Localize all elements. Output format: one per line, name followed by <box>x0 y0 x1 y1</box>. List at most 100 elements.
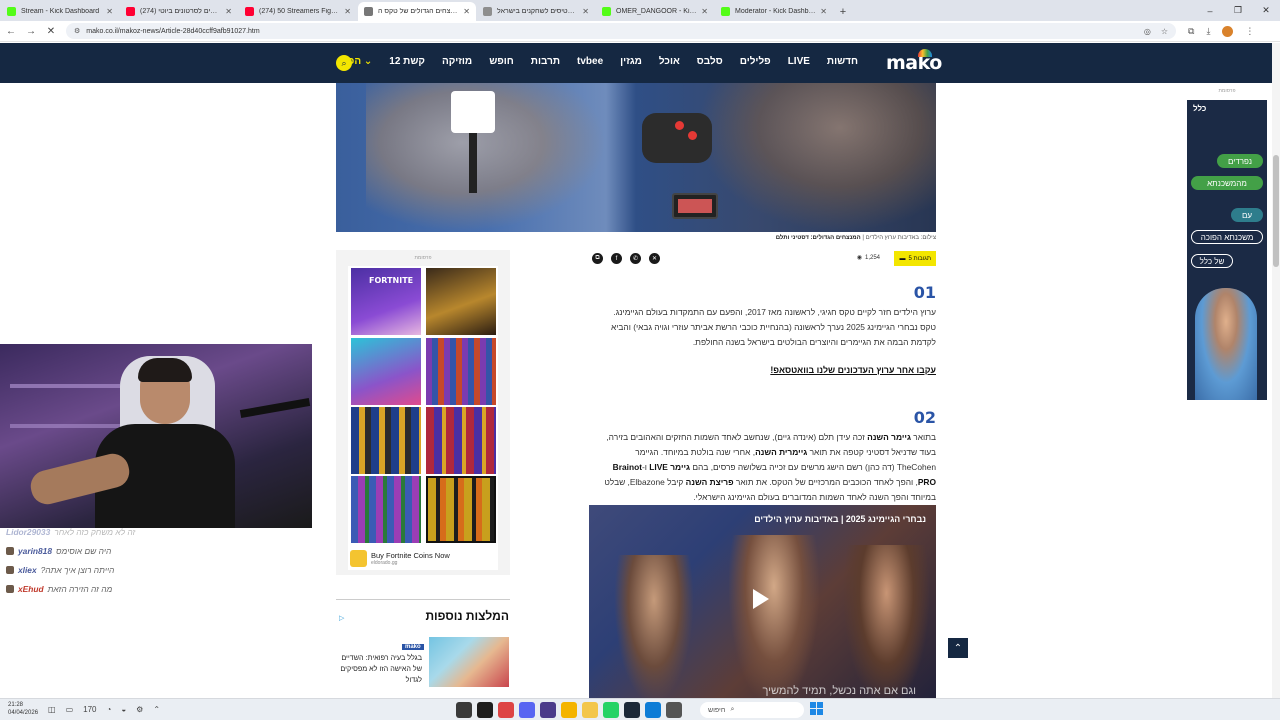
nav-item[interactable]: חדשות <box>827 56 858 67</box>
forward-button[interactable]: → <box>22 22 40 40</box>
x-icon[interactable]: ✕ <box>649 253 660 264</box>
copy-link-icon[interactable]: ⧉ <box>592 253 603 264</box>
download-icon[interactable]: ⤓ <box>1206 26 1210 37</box>
tab-title: Stream - Kick Dashboard <box>21 8 100 15</box>
ad-footer[interactable]: Buy Fortnite Coins Now eldorado.gg <box>350 548 496 568</box>
ad-cta[interactable]: Buy Fortnite Coins Now <box>371 551 450 560</box>
close-icon[interactable]: ✕ <box>463 7 470 16</box>
scrollbar[interactable] <box>1272 43 1280 698</box>
close-icon[interactable]: ✕ <box>225 7 232 16</box>
maximize-button[interactable]: ❐ <box>1224 0 1252 21</box>
ad-creative[interactable]: FORTNITE Buy Fortnite Coins Now eldorado… <box>348 266 498 570</box>
browser-tab[interactable]: Stream - Kick Dashboard ✕ <box>1 2 119 21</box>
adchoices-icon[interactable]: ▷ <box>339 614 344 622</box>
phone-icon <box>672 193 718 219</box>
minimize-button[interactable]: – <box>1196 0 1224 21</box>
nav-item[interactable]: קשת 12 <box>389 56 425 67</box>
article-paragraph: בתואר גיימר השנה זכה עידן תלם (אינדה גיי… <box>592 430 936 505</box>
more-recommendations-title: המלצות נוספות <box>425 609 509 623</box>
browser-tab-active[interactable]: אלה המנצחים הגדולים של טקס ה... ✕ <box>358 2 476 21</box>
video-person <box>844 545 929 698</box>
settings-icon[interactable]: ⚙ <box>136 705 143 714</box>
browser-tab[interactable]: (274) מגיבים לסרטונים ביוטי ✕ <box>120 2 238 21</box>
mic-arm <box>239 397 311 419</box>
site-info-icon[interactable]: ⚙ <box>74 27 80 35</box>
stop-button[interactable]: ✕ <box>42 22 60 40</box>
ad-pill: של כלל <box>1191 254 1233 268</box>
close-icon[interactable]: ✕ <box>106 7 113 16</box>
eye-off-icon[interactable]: ◎ <box>1144 27 1151 36</box>
whatsapp-icon[interactable] <box>603 702 619 718</box>
paragraph-line: PRO, והפך לאחד הכוכבים המרכזיים של הטקס.… <box>604 477 936 487</box>
ad-tile <box>351 407 421 474</box>
whatsapp-icon[interactable]: ✆ <box>630 253 641 264</box>
stream-chat: Lidor29033 זה לא משחק כזה לאחר yarin818 הי… <box>0 526 312 596</box>
scrollbar-thumb[interactable] <box>1273 155 1279 267</box>
recommendation-title[interactable]: בגלל בעיה רפואית: השדיים של האישה הזו לא… <box>340 652 422 685</box>
app-icon[interactable] <box>456 702 472 718</box>
folder-icon[interactable] <box>582 702 598 718</box>
search-icon: ⌕ <box>730 706 735 713</box>
nav-item[interactable]: tvbee <box>577 56 603 67</box>
wifi-icon[interactable]: ◒ <box>121 705 126 714</box>
star-icon[interactable]: ☆ <box>1161 27 1168 36</box>
back-button[interactable]: ← <box>2 22 20 40</box>
close-icon[interactable]: ✕ <box>820 7 827 16</box>
volume-icon[interactable]: ◔ <box>106 705 111 714</box>
comments-button[interactable]: ▬ 5 תגובות <box>894 251 936 266</box>
app-icon[interactable] <box>498 702 514 718</box>
windows-start-icon[interactable] <box>810 702 824 716</box>
profile-avatar[interactable] <box>1222 25 1234 37</box>
nav-item[interactable]: סלבס <box>697 56 723 67</box>
advertisement[interactable]: פרסומת FORTNITE Buy Fortnite Coins Now e… <box>336 250 510 575</box>
url-field[interactable]: ⚙ mako.co.il/makoz-news/Article-28d40ccf… <box>66 23 1176 39</box>
close-window-button[interactable]: ✕ <box>1252 0 1280 21</box>
browser-tab[interactable]: Moderator - Kick Dashboard ✕ <box>715 2 833 21</box>
nav-item[interactable]: פלילים <box>740 56 771 67</box>
nav-item[interactable]: מגזין <box>620 56 642 67</box>
browser-tab[interactable]: (274) 50 Streamers Fight for $1 ✕ <box>239 2 357 21</box>
chat-icon[interactable]: ◫ <box>48 705 56 714</box>
recommendation-thumbnail[interactable] <box>429 637 509 687</box>
monitor-icon[interactable]: ▭ <box>66 705 74 714</box>
ad-tile <box>426 338 496 405</box>
close-icon[interactable]: ✕ <box>582 7 589 16</box>
badge-icon <box>6 547 14 555</box>
steam-icon[interactable] <box>624 702 640 718</box>
browser-tab[interactable]: עלות כרטיסים לשחקנים בישראל ✕ <box>477 2 595 21</box>
app-icon[interactable] <box>666 702 682 718</box>
nav-item[interactable]: תרבות <box>531 56 560 67</box>
extensions-icon[interactable]: ⧉ <box>1188 26 1194 37</box>
clock[interactable]: 21:28 04/04/2026 <box>8 701 38 717</box>
video-player[interactable]: נבחרי הגיימינג 2025 | באדיבות ערוץ הילדי… <box>589 505 936 698</box>
scroll-to-top-button[interactable]: ⌃ <box>948 638 968 658</box>
menu-icon[interactable]: ⋮ <box>1245 26 1254 37</box>
whatsapp-channel-link[interactable]: עקבו אחר ערוץ העדכונים שלנו בוואטסאפ! <box>770 365 936 375</box>
play-icon[interactable] <box>753 589 769 609</box>
taskbar: 21:28 04/04/2026 ◫ ▭ 170 ◔ ◒ ⚙ ⌃ ⌕ חיפוש <box>0 698 1280 720</box>
ad-pill: משכנתא הפוכה <box>1191 230 1263 244</box>
chevron-up-icon[interactable]: ⌃ <box>153 705 160 714</box>
search-icon[interactable]: ⌕ <box>336 55 352 71</box>
fortnite-logo: FORTNITE <box>369 276 414 285</box>
close-icon[interactable]: ✕ <box>701 7 708 16</box>
nav-item[interactable]: חופש <box>489 56 514 67</box>
facebook-icon[interactable]: f <box>611 253 622 264</box>
ad-tile <box>426 407 496 474</box>
app-icon[interactable] <box>645 702 661 718</box>
discord-icon[interactable] <box>519 702 535 718</box>
new-tab-button[interactable]: + <box>833 2 853 21</box>
browser-tab[interactable]: OMER_DANGOOR - Kick Profile ✕ <box>596 2 714 21</box>
chrome-icon[interactable] <box>561 702 577 718</box>
nav-item[interactable]: LIVE <box>788 56 810 67</box>
nav-item[interactable]: מוזיקה <box>442 56 472 67</box>
taskbar-search[interactable]: ⌕ חיפוש <box>700 702 804 718</box>
mako-logo[interactable]: mako <box>886 52 942 74</box>
paragraph-line: TheCohen (דה כהן) רשם הישג מרשים עם זכיי… <box>612 462 936 472</box>
app-icon[interactable] <box>540 702 556 718</box>
video-subtitle: וגם אם אתה נכשל, תמיד להמשיך <box>762 685 916 697</box>
nav-item[interactable]: אוכל <box>659 56 680 67</box>
close-icon[interactable]: ✕ <box>344 7 351 16</box>
sidebar-advertisement[interactable]: כלל נפרדים מהמשכנתא עם משכנתא הפוכה של כ… <box>1187 100 1267 400</box>
app-icon[interactable] <box>477 702 493 718</box>
